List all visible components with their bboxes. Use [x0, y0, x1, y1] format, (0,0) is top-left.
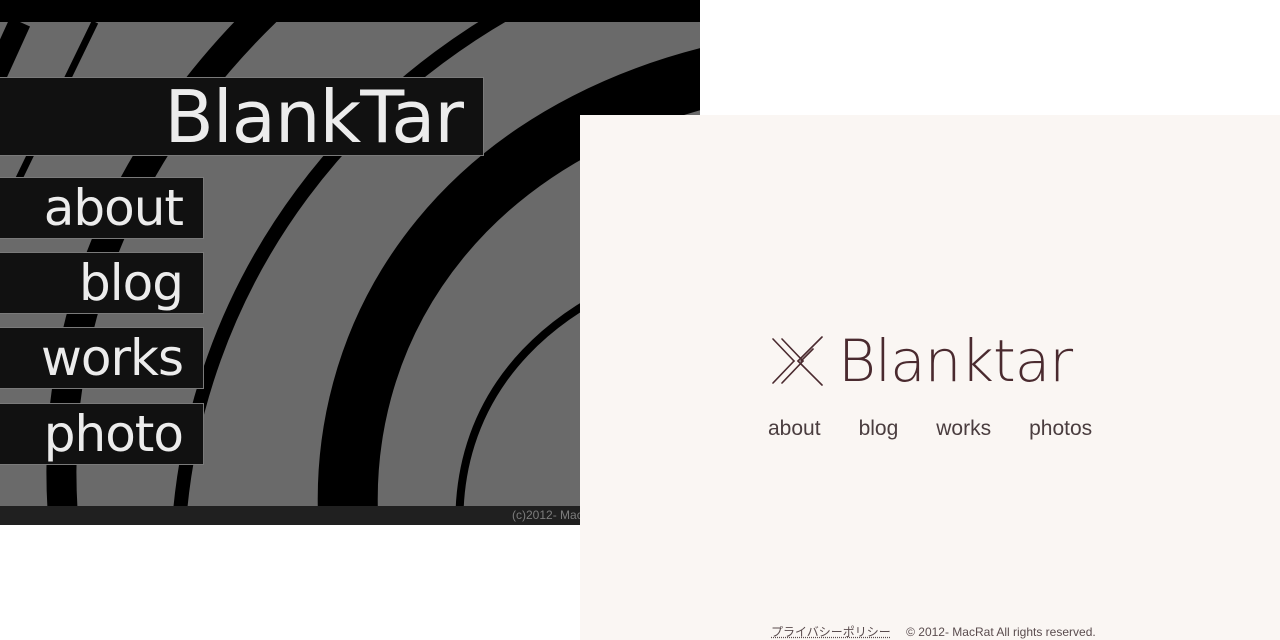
nav-link-blog[interactable]: blog [859, 417, 899, 441]
nav-link-works[interactable]: works [936, 417, 991, 441]
brand-logo-link[interactable]: Blanktar [770, 327, 1073, 395]
double-chevron-logo-icon [772, 336, 823, 386]
new-site-footer: プライバシーポリシー © 2012- MacRat All rights res… [771, 623, 1096, 640]
brand-name: Blanktar [838, 327, 1073, 395]
old-nav-photo[interactable]: photo [0, 403, 204, 465]
nav-link-about[interactable]: about [768, 417, 821, 441]
copyright-text: © 2012- MacRat All rights reserved. [906, 625, 1096, 639]
old-nav-about-label: about [43, 179, 184, 237]
old-nav-blog[interactable]: blog [0, 252, 204, 314]
old-nav-works[interactable]: works [0, 327, 204, 389]
nav-link-photos[interactable]: photos [1029, 417, 1092, 441]
old-site-title-text: BlankTar [164, 75, 464, 159]
new-site-nav: about blog works photos [768, 417, 1092, 441]
old-nav-about[interactable]: about [0, 177, 204, 239]
old-nav-works-label: works [40, 329, 184, 387]
old-nav-photo-label: photo [43, 405, 184, 463]
privacy-policy-link[interactable]: プライバシーポリシー [771, 625, 891, 639]
old-nav-blog-label: blog [79, 254, 184, 312]
old-site-title: BlankTar [0, 75, 484, 159]
new-site-screenshot: Blanktar about blog works photos プライバシーポ… [580, 115, 1280, 640]
old-footer-copyright: (c)2012- Mac [512, 508, 583, 522]
